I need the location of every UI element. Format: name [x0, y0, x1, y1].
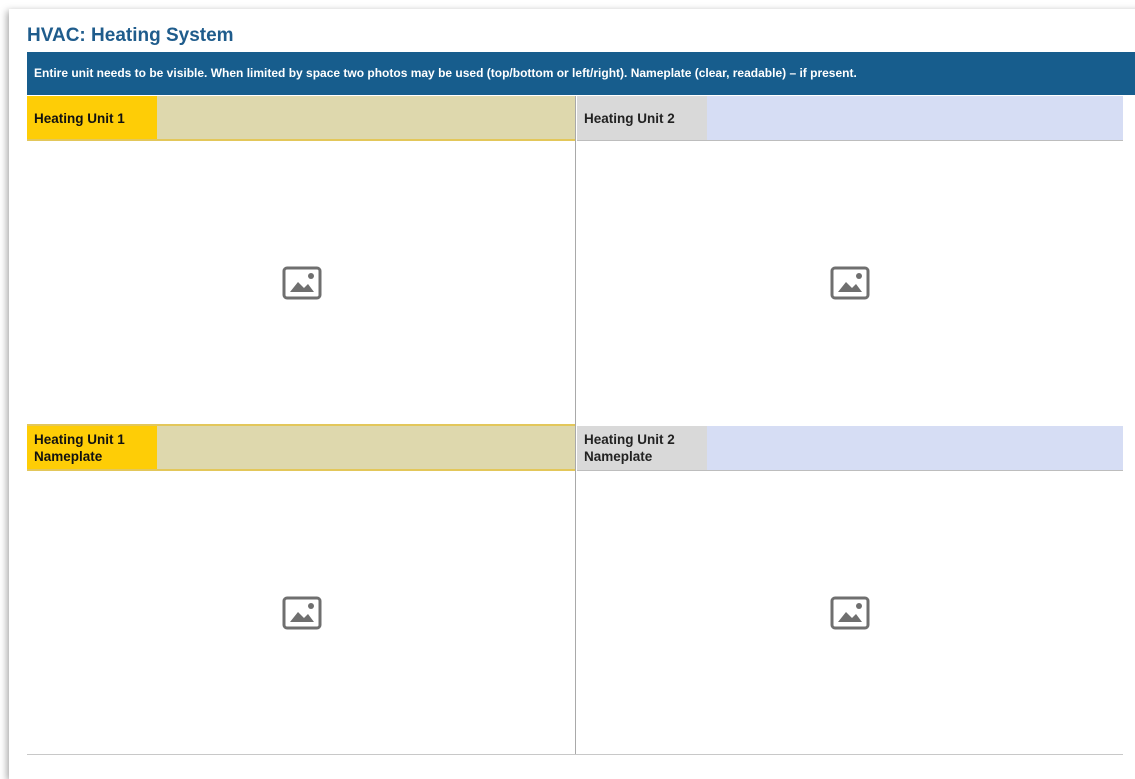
image-placeholder-icon	[830, 596, 869, 630]
heating-unit-2-label: Heating Unit 2	[577, 96, 707, 140]
image-placeholder-icon	[282, 596, 321, 630]
heating-unit-2-photo[interactable]	[576, 141, 1123, 425]
bottom-border	[27, 754, 1123, 755]
heating-unit-1-value-field[interactable]	[157, 96, 575, 140]
image-placeholder-icon	[282, 266, 321, 300]
heating-unit-1-nameplate-label: Heating Unit 1 Nameplate	[27, 426, 157, 470]
heating-unit-2-nameplate-photo[interactable]	[576, 471, 1123, 755]
heating-unit-1-nameplate-label-line2: Nameplate	[34, 449, 103, 464]
heating-unit-2-nameplate-label-line1: Heating Unit 2	[584, 432, 675, 447]
heating-unit-1-label-text: Heating Unit 1	[34, 110, 125, 126]
image-placeholder-icon	[830, 266, 869, 300]
heating-unit-2-nameplate-label-line2: Nameplate	[584, 449, 653, 464]
column-divider	[575, 96, 576, 755]
heating-unit-1-nameplate-photo[interactable]	[27, 471, 576, 755]
heating-unit-2-nameplate-value-field[interactable]	[707, 426, 1123, 470]
instructions-banner: Entire unit needs to be visible. When li…	[27, 52, 1135, 95]
heating-unit-1-photo[interactable]	[27, 141, 576, 425]
heating-unit-2-nameplate-label: Heating Unit 2 Nameplate	[577, 426, 707, 470]
heating-unit-1-label: Heating Unit 1	[27, 96, 157, 140]
heating-unit-1-nameplate-label-line1: Heating Unit 1	[34, 432, 125, 447]
page-title: HVAC: Heating System	[27, 25, 234, 46]
heating-unit-2-value-field[interactable]	[707, 96, 1123, 140]
heating-unit-1-nameplate-value-field[interactable]	[157, 426, 575, 470]
heating-unit-2-label-text: Heating Unit 2	[584, 110, 675, 126]
